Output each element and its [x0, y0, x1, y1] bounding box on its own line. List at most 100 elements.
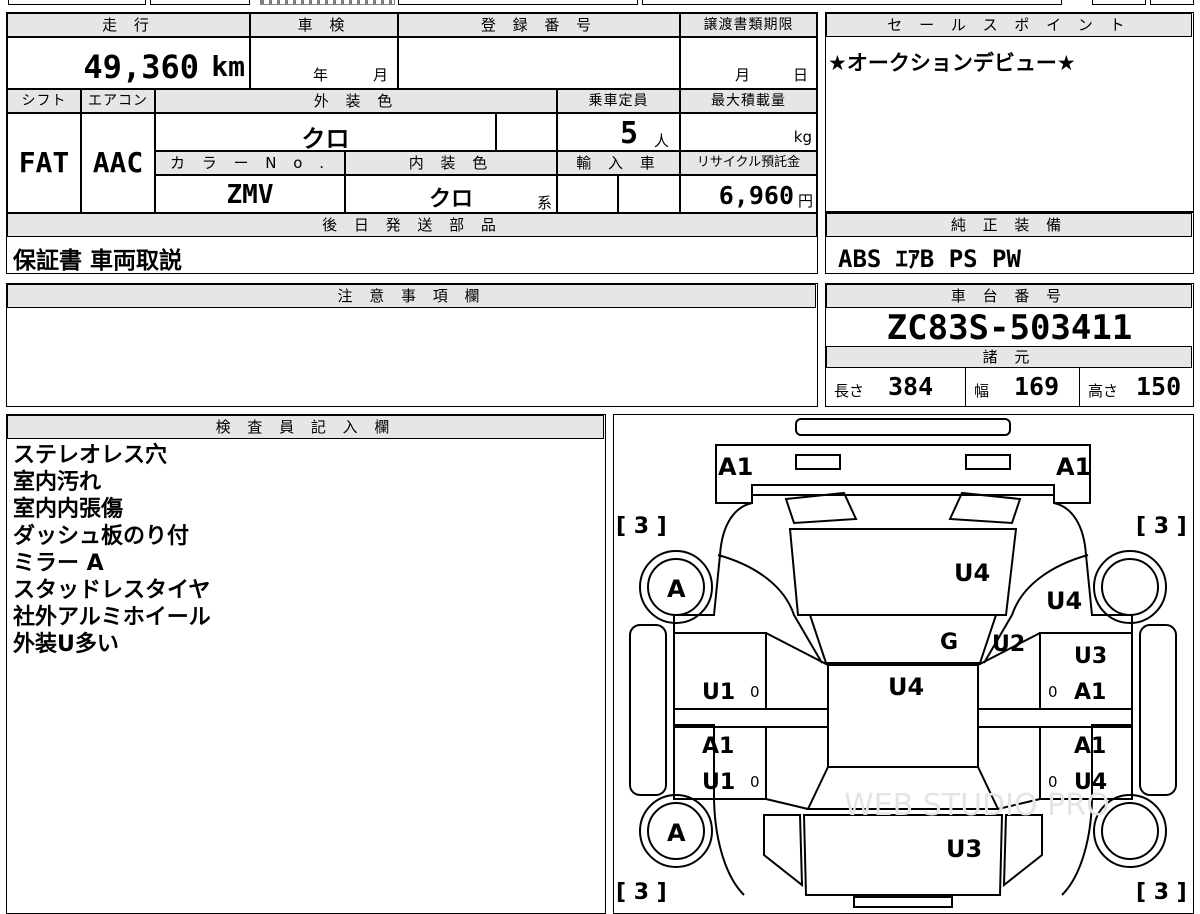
interior-header: 内 装 色	[345, 151, 557, 175]
inspector-panel: 検 査 員 記 入 欄 ステレオレス穴 室内汚れ 室内内張傷 ダッシュ板のり付 …	[6, 414, 606, 914]
later-parts-cell: 保証書 車両取説	[7, 237, 817, 273]
inspection-month-unit: 月	[373, 66, 389, 84]
width-cell: 幅 169	[966, 368, 1080, 406]
inspector-item: ミラー A	[13, 551, 104, 576]
import-cell-1	[557, 175, 618, 213]
transfer-day-unit: 日	[793, 66, 809, 84]
mark-lf-zero: 0	[750, 683, 760, 701]
genuine-equipment-panel: 純 正 装 備 ABS ｴｱB PS PW	[825, 212, 1194, 274]
tire-tread-fr: [ 3 ]	[1136, 514, 1187, 539]
max-load-unit: kg	[793, 128, 812, 146]
car-diagram: WEB STUDIO PRO [ 3 ] [ 3 ] [ 3 ] [ 3 ] A…	[616, 418, 1187, 908]
tire-tread-fl: [ 3 ]	[616, 514, 667, 539]
height-value: 150	[1136, 372, 1182, 401]
capacity-cell: 5 人	[557, 113, 680, 151]
shift-header: シフト	[7, 89, 81, 113]
top-strip	[0, 0, 1200, 6]
wheel-front-right-shape	[1093, 550, 1167, 624]
mark-right-front-door-top: U3	[1074, 644, 1107, 669]
exterior-cell: クロ	[155, 113, 496, 151]
capacity-value: 5	[620, 116, 639, 151]
interior-cell: クロ 系	[345, 175, 557, 213]
inspector-item: ステレオレス穴	[13, 443, 168, 468]
mark-rf-zero: 0	[1048, 683, 1058, 701]
mileage-header: 走 行	[7, 13, 250, 37]
wheel-front-left-mark: A	[667, 575, 686, 603]
chassis-value: ZC83S-503411	[886, 308, 1133, 348]
inspection-cell: 年 月	[250, 37, 398, 89]
genuine-equipment-value: ABS ｴｱB PS PW	[838, 245, 1021, 273]
mark-front-bumper-left: A1	[718, 453, 753, 481]
mileage-cell: 49,360 km	[7, 37, 250, 89]
front-light-right-shape	[948, 491, 1022, 525]
ac-value: AAC	[92, 146, 144, 179]
car-diagram-panel: WEB STUDIO PRO [ 3 ] [ 3 ] [ 3 ] [ 3 ] A…	[613, 414, 1194, 914]
max-load-header: 最大積載量	[680, 89, 817, 113]
height-cell: 高さ 150	[1080, 368, 1192, 406]
shift-value: FAT	[18, 146, 70, 179]
sales-point-text: ★オークションデビュー★	[828, 51, 1076, 75]
mark-rear: U3	[946, 835, 982, 863]
recycle-value: 6,960	[718, 181, 794, 210]
right-sill-shape	[1139, 624, 1177, 796]
chassis-panel: 車 台 番 号 ZC83S-503411 諸 元 長さ 384 幅 169 高さ…	[825, 283, 1194, 407]
tire-tread-rr: [ 3 ]	[1136, 880, 1187, 905]
genuine-equipment-header: 純 正 装 備	[826, 213, 1192, 237]
front-light-left-shape	[784, 491, 858, 525]
mark-left-rear-door: U1	[702, 770, 735, 795]
spec-header: 諸 元	[826, 346, 1192, 368]
mark-right-front-fender: U4	[1046, 587, 1082, 615]
notes-header: 注 意 事 項 欄	[7, 284, 816, 308]
registration-header: 登 録 番 号	[398, 13, 680, 37]
capacity-unit: 人	[654, 132, 670, 150]
windshield-shape	[808, 614, 998, 664]
max-load-cell: kg	[680, 113, 817, 151]
wheel-rear-left-mark: A	[667, 819, 686, 847]
mark-right-rear-door: U4	[1074, 770, 1107, 795]
tire-tread-rl: [ 3 ]	[616, 880, 667, 905]
transfer-header: 譲渡書類期限	[680, 13, 817, 37]
grille-shape	[751, 484, 1055, 496]
inspector-item: 社外アルミホイール	[13, 605, 211, 630]
left-sill-shape	[629, 624, 667, 796]
exterior-header: 外 装 色	[155, 89, 557, 113]
transfer-month-unit: 月	[735, 66, 751, 84]
recycle-cell: 6,960 円	[680, 175, 817, 213]
length-value: 384	[888, 372, 934, 401]
capacity-header: 乗車定員	[557, 89, 680, 113]
sales-point-panel: セ ー ル ス ポ イ ン ト ★オークションデビュー★	[825, 12, 1194, 212]
mark-front-bumper-right: A1	[1056, 453, 1091, 481]
inspector-list: ステレオレス穴 室内汚れ 室内内張傷 ダッシュ板のり付 ミラー A スタッドレス…	[13, 442, 211, 658]
watermark-text: WEB STUDIO PRO	[844, 788, 1110, 823]
interior-suffix: 系	[536, 194, 552, 212]
height-label: 高さ	[1088, 382, 1119, 400]
mark-right-pillar: U2	[992, 632, 1025, 657]
color-no-cell: ZMV	[155, 175, 345, 213]
mark-lr-zero: 0	[750, 773, 760, 791]
sales-point-header: セ ー ル ス ポ イ ン ト	[826, 13, 1192, 37]
inspector-item: ダッシュ板のり付	[13, 524, 190, 549]
headlight-left-shape	[795, 454, 841, 470]
inspector-item: スタッドレスタイヤ	[13, 578, 211, 603]
import-cell-2	[618, 175, 680, 213]
shift-cell: FAT	[7, 113, 81, 213]
later-parts-header: 後 日 発 送 部 品	[7, 213, 817, 237]
inspection-header: 車 検	[250, 13, 398, 37]
mark-hood: U4	[954, 559, 990, 587]
mark-right-rear-door-top: A1	[1074, 734, 1106, 759]
later-parts-value: 保証書 車両取説	[13, 248, 183, 273]
color-no-header: カ ラ ー N o .	[155, 151, 345, 175]
length-cell: 長さ 384	[826, 368, 966, 406]
transfer-cell: 月 日	[680, 37, 817, 89]
import-header: 輸 入 車	[557, 151, 680, 175]
exterior-extra-cell	[496, 113, 557, 151]
recycle-unit: 円	[797, 192, 813, 210]
color-no-value: ZMV	[226, 180, 274, 210]
recycle-header: リサイクル預託金	[680, 151, 817, 175]
registration-cell	[398, 37, 680, 89]
notes-panel: 注 意 事 項 欄	[6, 283, 818, 407]
mark-roof: U4	[888, 673, 924, 701]
inspection-year-unit: 年	[313, 66, 329, 84]
mark-left-rear-door-top: A1	[702, 734, 734, 759]
mark-rr-zero: 0	[1048, 773, 1058, 791]
